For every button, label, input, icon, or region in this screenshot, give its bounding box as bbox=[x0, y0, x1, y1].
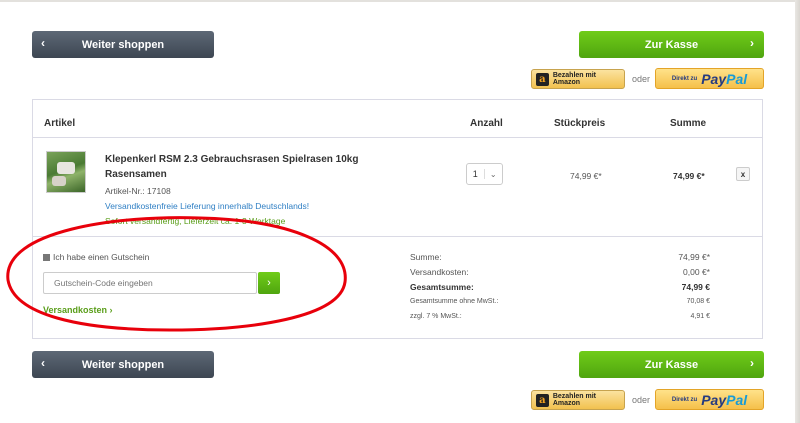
checkout-button-bottom[interactable]: Zur Kasse › bbox=[579, 351, 764, 378]
voucher-submit-button[interactable]: › bbox=[258, 272, 280, 294]
voucher-code-input[interactable] bbox=[43, 272, 257, 294]
summary-shipping: Versandkosten: 0,00 €* bbox=[410, 267, 710, 277]
product-thumbnail[interactable] bbox=[46, 151, 86, 193]
voucher-checkbox-label: Ich habe einen Gutschein bbox=[53, 252, 150, 262]
cart-divider bbox=[33, 236, 762, 237]
window-top-border bbox=[0, 0, 800, 2]
product-title[interactable]: Klepenkerl RSM 2.3 Gebrauchsrasen Spielr… bbox=[105, 152, 405, 182]
amazon-logo-icon: a bbox=[536, 393, 549, 407]
chevron-left-icon: ‹ bbox=[41, 36, 45, 50]
paypal-direct-label: Direkt zu bbox=[671, 75, 698, 82]
continue-shopping-button-bottom[interactable]: ‹ Weiter shoppen bbox=[32, 351, 214, 378]
quantity-select[interactable]: 1 ⌄ bbox=[466, 163, 503, 185]
product-article-number: Artikel-Nr.: 17108 bbox=[105, 186, 171, 196]
shipping-costs-link[interactable]: Versandkosten › bbox=[43, 305, 113, 315]
amazon-pay-button-bottom[interactable]: a Bezahlen mit Amazon bbox=[531, 390, 625, 410]
column-quantity: Anzahl bbox=[470, 118, 503, 129]
chevron-left-icon: ‹ bbox=[41, 356, 45, 370]
chevron-right-icon: › bbox=[109, 305, 113, 315]
paypal-logo-pay: Pay bbox=[701, 70, 727, 87]
paypal-logo-pal: Pal bbox=[726, 391, 748, 408]
quantity-value: 1 bbox=[467, 169, 485, 179]
voucher-checkbox[interactable]: Ich habe einen Gutschein bbox=[43, 252, 149, 262]
delivery-time-note: Sofort versandfertig, Lieferzeit ca. 1-3… bbox=[105, 216, 286, 226]
paypal-logo-pay: Pay bbox=[701, 391, 727, 408]
continue-shopping-label: Weiter shoppen bbox=[81, 358, 165, 371]
amazon-pay-label: Bezahlen mit Amazon bbox=[552, 72, 597, 86]
line-total-value: 74,99 €* bbox=[673, 171, 705, 181]
free-shipping-note[interactable]: Versandkostenfreie Lieferung innerhalb D… bbox=[105, 201, 309, 211]
checkout-button-top[interactable]: Zur Kasse › bbox=[579, 31, 764, 58]
or-separator: oder bbox=[632, 74, 651, 84]
chevron-right-icon: › bbox=[267, 277, 271, 289]
remove-item-button[interactable]: x bbox=[736, 167, 750, 181]
checkbox-icon[interactable] bbox=[43, 253, 50, 261]
summary-net-total: Gesamtsumme ohne MwSt.: 70,08 € bbox=[410, 298, 710, 305]
column-unit-price: Stückpreis bbox=[554, 118, 606, 129]
column-total: Summe bbox=[670, 118, 707, 129]
paypal-button-top[interactable]: Direkt zu Pay Pal bbox=[655, 68, 764, 89]
continue-shopping-button-top[interactable]: ‹ Weiter shoppen bbox=[32, 31, 214, 58]
paypal-button-bottom[interactable]: Direkt zu Pay Pal bbox=[655, 389, 764, 410]
chevron-down-icon: ⌄ bbox=[489, 169, 497, 179]
summary-vat: zzgl. 7 % MwSt.: 4,91 € bbox=[410, 313, 710, 320]
chevron-right-icon: › bbox=[750, 356, 754, 370]
summary-subtotal: Summe: 74,99 €* bbox=[410, 252, 710, 262]
chevron-right-icon: › bbox=[750, 36, 754, 50]
window-right-border bbox=[795, 0, 800, 423]
paypal-logo-pal: Pal bbox=[726, 70, 748, 87]
amazon-pay-button-top[interactable]: a Bezahlen mit Amazon bbox=[531, 69, 625, 89]
amazon-logo-icon: a bbox=[536, 72, 549, 86]
amazon-pay-label: Bezahlen mit Amazon bbox=[552, 393, 597, 407]
paypal-direct-label: Direkt zu bbox=[671, 396, 698, 403]
continue-shopping-label: Weiter shoppen bbox=[81, 38, 165, 51]
close-icon: x bbox=[740, 169, 746, 179]
checkout-label: Zur Kasse bbox=[644, 358, 699, 371]
summary-grand-total: Gesamtsumme: 74,99 € bbox=[410, 282, 710, 292]
cart-header-row: Artikel Anzahl Stückpreis Summe bbox=[33, 100, 762, 138]
unit-price-value: 74,99 €* bbox=[570, 171, 602, 181]
column-article: Artikel bbox=[44, 118, 76, 129]
cart-table: Artikel Anzahl Stückpreis Summe Klepenke… bbox=[32, 99, 763, 339]
checkout-label: Zur Kasse bbox=[644, 38, 699, 51]
or-separator: oder bbox=[632, 395, 651, 405]
